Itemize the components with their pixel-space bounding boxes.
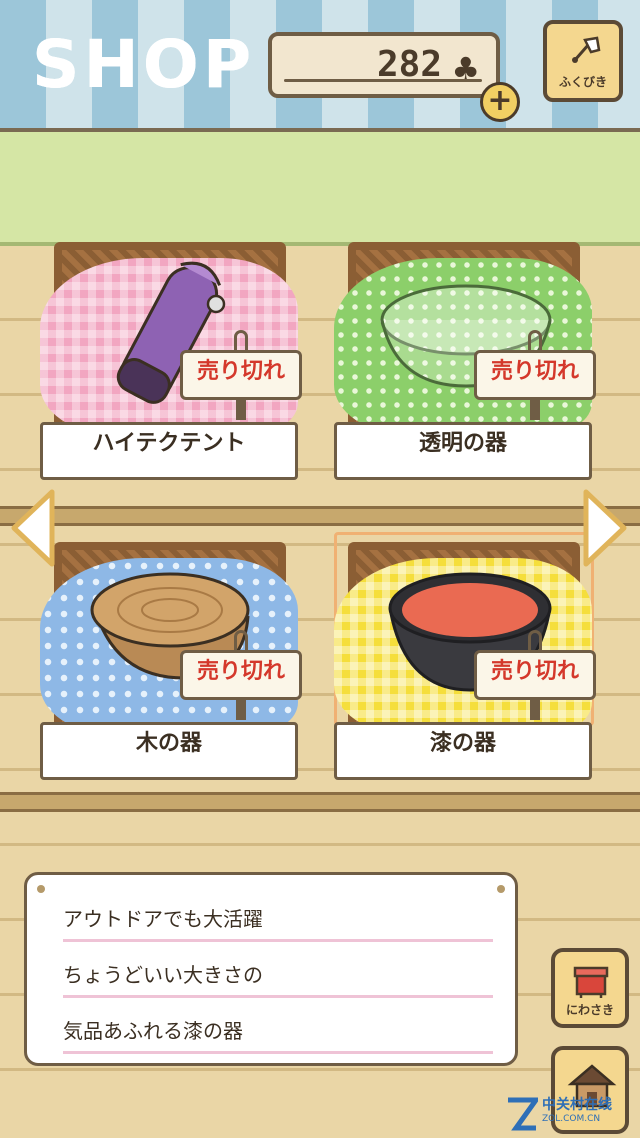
sold-out-tag: 売り切れ [180, 350, 302, 400]
tag-pin [236, 698, 246, 720]
item-name: 透明の器 [334, 422, 592, 480]
item-description-box: アウトドアでも大活躍 ちょうどいい大きさの 気品あふれる漆の器 [24, 872, 518, 1066]
page-title: SHOP [32, 26, 256, 103]
description-line: 気品あふれる漆の器 [63, 1007, 493, 1054]
yard-button[interactable]: にわさき [551, 948, 629, 1028]
lottery-label: ふくびき [558, 75, 607, 89]
watermark-text: 中关村在线 [542, 1097, 612, 1113]
shop-item-lacquer-bowl[interactable]: 売り切れ 漆の器 [334, 542, 596, 790]
item-name: 木の器 [40, 722, 298, 780]
bell-icon [572, 36, 601, 63]
corner-pin [37, 885, 45, 893]
next-page-arrow-icon[interactable] [580, 488, 630, 568]
shop-item-high-tech-tent[interactable]: 売り切れ ハイテクテント [40, 242, 302, 490]
description-line: ちょうどいい大きさの [63, 951, 493, 998]
corner-pin [497, 885, 505, 893]
description-line: アウトドアでも大活躍 [63, 895, 493, 942]
item-name: 漆の器 [334, 722, 592, 780]
tag-hook [234, 630, 248, 652]
sold-out-tag: 売り切れ [474, 650, 596, 700]
sold-out-tag: 売り切れ [180, 650, 302, 700]
sold-out-tag: 売り切れ [474, 350, 596, 400]
tag-pin [530, 398, 540, 420]
yard-label: にわさき [565, 1003, 614, 1017]
clover-icon: ♣ [451, 50, 480, 88]
tag-hook [528, 330, 542, 352]
lottery-button[interactable]: ふくびき [543, 20, 623, 102]
item-name: ハイテクテント [40, 422, 298, 480]
yard-box-icon [573, 966, 609, 998]
tag-pin [530, 698, 540, 720]
shelf-divider [0, 792, 640, 812]
tag-hook [234, 330, 248, 352]
tag-hook [528, 630, 542, 652]
prev-page-arrow-icon[interactable] [8, 488, 58, 568]
watermark-logo-icon [508, 1097, 538, 1131]
grass-band [0, 132, 640, 246]
tag-pin [236, 398, 246, 420]
watermark-subtext: ZOL.COM.CN [542, 1114, 601, 1124]
watermark: 中关村在线 ZOL.COM.CN [506, 1094, 636, 1134]
shop-header: SHOP 282 ♣ + ふくびき [0, 0, 640, 132]
buy-clovers-button[interactable]: + [480, 82, 520, 122]
shop-item-wooden-bowl[interactable]: 売り切れ 木の器 [40, 542, 302, 790]
shop-item-glass-bowl[interactable]: 売り切れ 透明の器 [334, 242, 596, 490]
counter-underline [284, 79, 482, 82]
shelf-divider [0, 506, 640, 526]
clover-counter: 282 ♣ [268, 32, 500, 98]
